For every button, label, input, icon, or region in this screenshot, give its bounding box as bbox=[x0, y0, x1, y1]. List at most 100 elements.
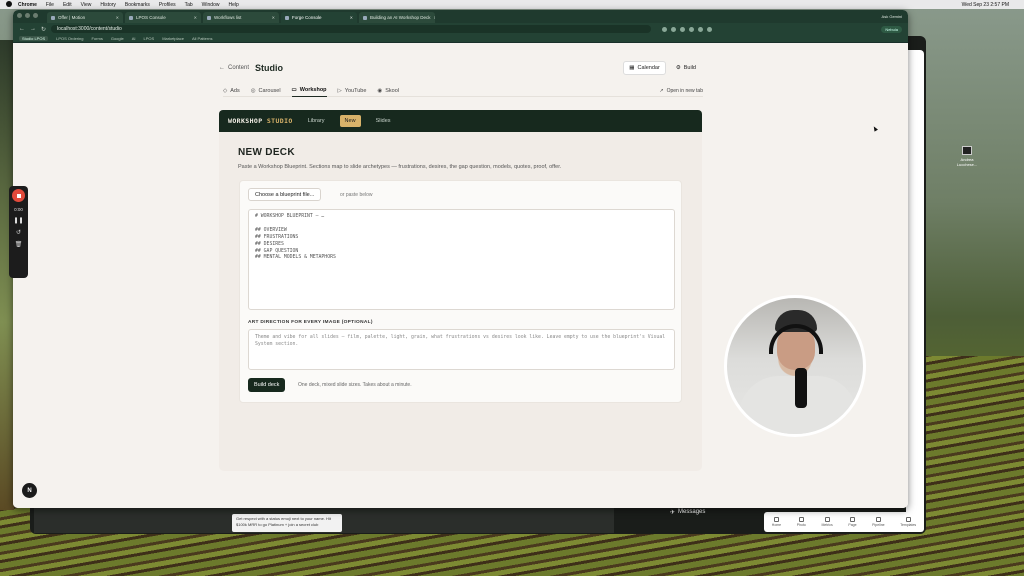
studio-tab-slides[interactable]: Slides bbox=[371, 115, 396, 127]
screen-recorder-controls: 0:00 ❚❚ ↺ 🗑 bbox=[9, 186, 28, 278]
menu-file[interactable]: File bbox=[46, 2, 54, 8]
bookmark[interactable]: Forms bbox=[91, 36, 102, 41]
page-header: ← Content Studio ▦ Calendar ⚙ Build bbox=[219, 61, 702, 75]
calendar-icon: ▦ bbox=[629, 65, 635, 71]
bookmark[interactable]: Google bbox=[111, 36, 124, 41]
calendar-button[interactable]: ▦ Calendar bbox=[623, 61, 666, 75]
extension-icon[interactable] bbox=[680, 26, 686, 32]
stop-icon bbox=[16, 193, 21, 198]
menu-bookmarks[interactable]: Bookmarks bbox=[125, 2, 150, 8]
bookmark[interactable]: Studio LPOS bbox=[19, 36, 49, 41]
metrics-icon bbox=[824, 517, 830, 522]
tab-workshop[interactable]: ▭ Workshop bbox=[291, 85, 327, 97]
menu-tab[interactable]: Tab bbox=[185, 2, 193, 8]
nav-templates[interactable]: Templates bbox=[900, 517, 916, 527]
desktop-file-icon[interactable]: Andrea Lucchese... bbox=[952, 146, 982, 167]
app-bottom-nav: Home Photo Metrics Page Pipeline Templat… bbox=[764, 512, 924, 532]
favicon-icon bbox=[51, 15, 55, 20]
extension-icon[interactable] bbox=[707, 26, 713, 32]
arrow-left-icon: ← bbox=[219, 65, 225, 71]
nav-metrics[interactable]: Metrics bbox=[821, 517, 833, 527]
close-tab-icon[interactable]: ✕ bbox=[194, 15, 197, 20]
close-window-icon[interactable] bbox=[17, 13, 22, 18]
browser-tab[interactable]: Building an AI Workshop Deck✕ bbox=[359, 12, 435, 23]
extension-icon[interactable] bbox=[671, 26, 677, 32]
fullscreen-window-icon[interactable] bbox=[33, 13, 38, 18]
open-in-new-tab-link[interactable]: ↗ Open in new tab bbox=[659, 85, 703, 97]
menu-history[interactable]: History bbox=[100, 2, 116, 8]
skool-icon: ◉ bbox=[377, 87, 383, 94]
back-to-content-link[interactable]: ← Content bbox=[219, 65, 249, 71]
menu-app[interactable]: Chrome bbox=[18, 2, 37, 8]
reload-icon[interactable]: ↻ bbox=[41, 26, 46, 33]
profile-chip[interactable]: Nebula bbox=[881, 25, 902, 33]
close-tab-icon[interactable]: ✕ bbox=[350, 15, 353, 20]
back-arrow-icon[interactable]: ← bbox=[19, 26, 25, 32]
menu-help[interactable]: Help bbox=[228, 2, 238, 8]
menu-clock[interactable]: Wed Sep 23 2:57 PM bbox=[962, 2, 1009, 8]
blueprint-textarea[interactable]: # WORKSHOP BLUEPRINT — … ## OVERVIEW ## … bbox=[248, 209, 675, 310]
build-button[interactable]: ⚙ Build bbox=[670, 61, 702, 75]
or-paste-label: or paste below bbox=[340, 192, 373, 198]
close-tab-icon[interactable]: ✕ bbox=[116, 15, 119, 20]
menu-view[interactable]: View bbox=[81, 2, 92, 8]
background-window-sidebar bbox=[906, 50, 924, 530]
browser-tab[interactable]: Workflows list ✕ bbox=[203, 12, 279, 23]
mac-menu-bar: Chrome File Edit View History Bookmarks … bbox=[0, 0, 1024, 9]
tab-skool[interactable]: ◉ Skool bbox=[377, 85, 399, 97]
art-direction-textarea[interactable]: Theme and vibe for all slides — film, pa… bbox=[248, 329, 675, 370]
close-tab-icon[interactable]: ✕ bbox=[272, 15, 275, 20]
browser-tab-active[interactable]: Forge Console ✕ bbox=[281, 12, 357, 23]
menu-edit[interactable]: Edit bbox=[63, 2, 72, 8]
ads-icon: ◇ bbox=[223, 87, 228, 94]
nav-photo[interactable]: Photo bbox=[797, 517, 806, 527]
browser-tab[interactable]: LPOS Console ✕ bbox=[125, 12, 201, 23]
page-icon bbox=[849, 517, 855, 522]
choose-blueprint-button[interactable]: Choose a blueprint file... bbox=[248, 188, 322, 201]
deck-description: Paste a Workshop Blueprint. Sections map… bbox=[238, 164, 562, 170]
menu-window[interactable]: Window bbox=[202, 2, 220, 8]
build-deck-button[interactable]: Build deck bbox=[248, 378, 286, 392]
apple-icon[interactable] bbox=[6, 1, 12, 7]
tab-ads[interactable]: ◇ Ads bbox=[223, 85, 240, 97]
window-controls bbox=[17, 13, 38, 18]
youtube-icon: ▷ bbox=[337, 87, 342, 94]
bookmark[interactable]: All Patterns bbox=[192, 36, 212, 41]
extension-icon[interactable] bbox=[698, 26, 704, 32]
build-hint: One deck, mixed slide sizes. Takes about… bbox=[298, 382, 412, 388]
studio-tab-new[interactable]: New bbox=[339, 115, 361, 127]
workshop-studio-bar: WORKSHOP STUDIO Library New Slides bbox=[219, 110, 702, 132]
tab-strip: Offer | Motion ✕ LPOS Console ✕ Workflows … bbox=[13, 10, 908, 23]
address-bar[interactable]: localhost:3000/content/studio bbox=[51, 25, 652, 33]
status-tooltip: Get respect with a status emoji next to … bbox=[232, 514, 342, 532]
toolbar: ← → ↻ localhost:3000/content/studio Nebu… bbox=[13, 23, 908, 35]
bookmark[interactable]: AI bbox=[132, 36, 136, 41]
n-badge[interactable]: N bbox=[22, 483, 37, 498]
bookmark[interactable]: LPOS Ordering bbox=[56, 36, 83, 41]
home-icon bbox=[773, 517, 779, 522]
extension-icon[interactable] bbox=[689, 26, 695, 32]
nav-home[interactable]: Home bbox=[772, 517, 781, 527]
stop-recording-button[interactable] bbox=[12, 189, 25, 202]
forward-arrow-icon[interactable]: → bbox=[30, 26, 36, 32]
new-deck-panel: NEW DECK Paste a Workshop Blueprint. Sec… bbox=[219, 132, 702, 471]
microphone bbox=[795, 368, 807, 408]
restart-icon[interactable]: ↺ bbox=[16, 229, 21, 236]
menu-profiles[interactable]: Profiles bbox=[159, 2, 176, 8]
bookmark[interactable]: Marketplace bbox=[162, 36, 184, 41]
tab-carousel[interactable]: ◎ Carousel bbox=[251, 85, 281, 97]
trash-icon[interactable]: 🗑 bbox=[15, 241, 23, 248]
blueprint-card: Choose a blueprint file... or paste belo… bbox=[239, 180, 682, 403]
page-content: ← Content Studio ▦ Calendar ⚙ Build ◇ Ads ◎… bbox=[13, 43, 908, 508]
browser-tab[interactable]: Offer | Motion ✕ bbox=[47, 12, 123, 23]
studio-tab-library[interactable]: Library bbox=[303, 115, 330, 127]
extension-icon[interactable] bbox=[662, 26, 668, 32]
close-tab-icon[interactable]: ✕ bbox=[433, 15, 435, 20]
pause-icon[interactable]: ❚❚ bbox=[13, 217, 23, 224]
tab-youtube[interactable]: ▷ YouTube bbox=[338, 85, 367, 97]
ask-gemini-button[interactable]: Ask Gemini bbox=[882, 14, 902, 19]
nav-pipeline[interactable]: Pipeline bbox=[872, 517, 885, 527]
minimize-window-icon[interactable] bbox=[25, 13, 30, 18]
nav-page[interactable]: Page bbox=[848, 517, 857, 527]
bookmark[interactable]: LPOS bbox=[144, 36, 155, 41]
